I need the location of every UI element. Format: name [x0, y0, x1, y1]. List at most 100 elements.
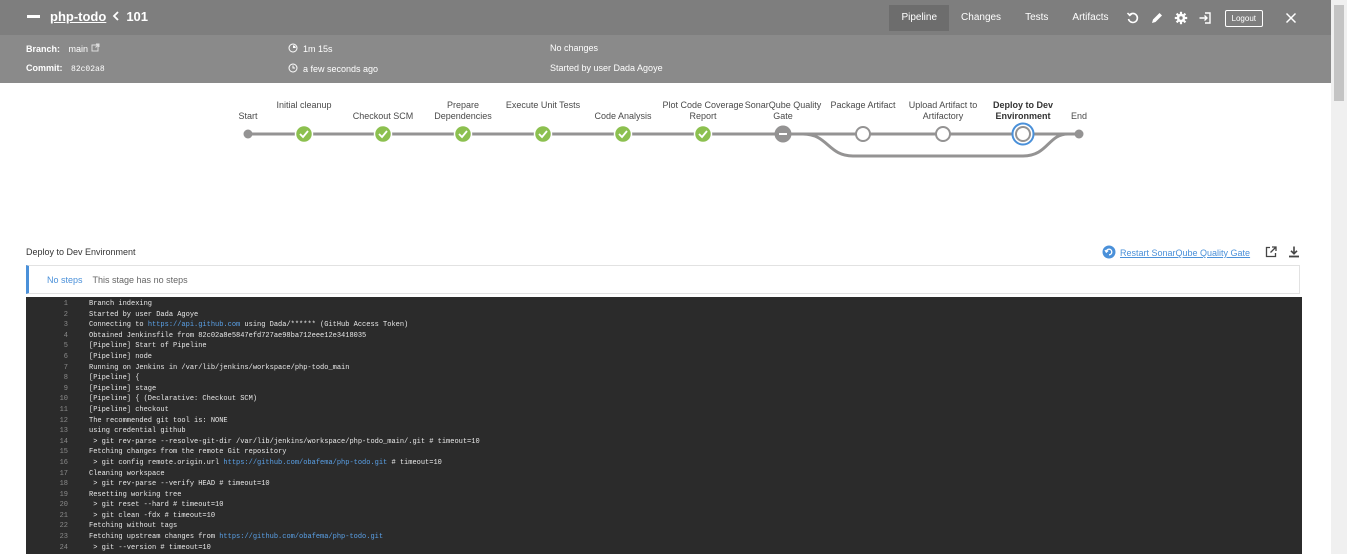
log-line-number[interactable]: 9 — [26, 384, 68, 395]
log-line-number[interactable]: 15 — [26, 447, 68, 458]
log-line-number[interactable]: 18 — [26, 479, 68, 490]
restart-stage-link[interactable]: Restart SonarQube Quality Gate — [1102, 245, 1250, 261]
stage-node-end[interactable] — [1074, 129, 1084, 139]
log-line: 14 > git rev-parse --resolve-git-dir /va… — [26, 437, 1302, 448]
tab-artifacts[interactable]: Artifacts — [1060, 5, 1120, 31]
log-line-number[interactable]: 17 — [26, 469, 68, 480]
project-link[interactable]: php-todo — [50, 9, 106, 24]
no-steps-label: No steps — [47, 274, 83, 285]
log-text: > git config remote.origin.url — [89, 458, 224, 467]
stage-node-checkout-scm[interactable] — [373, 124, 393, 144]
log-line-number[interactable]: 1 — [26, 299, 68, 310]
log-text: Fetching upstream changes from — [89, 533, 220, 542]
log-line-number[interactable]: 12 — [26, 416, 68, 427]
log-line-number[interactable]: 5 — [26, 341, 68, 352]
run-title: php-todo 101 — [27, 9, 148, 24]
log-line-number[interactable]: 6 — [26, 352, 68, 363]
stage-node-prepare-dependencies[interactable] — [453, 124, 473, 144]
tab-pipeline[interactable]: Pipeline — [889, 5, 950, 31]
commit-info: Commit: 82c02a8 — [26, 63, 105, 74]
log-text: # timeout=10 — [387, 458, 442, 467]
log-line: 10 [Pipeline] { (Declarative: Checkout SC… — [26, 394, 1302, 405]
log-line-text: [Pipeline] { — [89, 374, 140, 383]
stage-node-deploy-to-dev-environment[interactable] — [1011, 122, 1035, 146]
log-line-text: Fetching without tags — [89, 522, 178, 531]
log-line: 24 > git --version # timeout=10 — [26, 543, 1302, 554]
log-line-number[interactable]: 3 — [26, 320, 68, 331]
log-line-text: Branch indexing — [89, 300, 153, 308]
close-icon[interactable] — [1279, 5, 1303, 31]
stage-node-sonarqube-quality-gate[interactable] — [774, 125, 792, 143]
log-line-number[interactable]: 11 — [26, 405, 68, 416]
stage-node-upload-artifact-to-artifactory[interactable] — [935, 126, 951, 142]
log-line-number[interactable]: 20 — [26, 500, 68, 511]
log-line: 8 [Pipeline] { — [26, 373, 1302, 384]
stage-node-start[interactable] — [243, 129, 253, 139]
minus-icon — [27, 15, 40, 18]
log-line-number[interactable]: 21 — [26, 511, 68, 522]
header-nav: Pipeline Changes Tests Artifacts Logout — [889, 5, 1303, 31]
edit-icon[interactable] — [1145, 5, 1169, 31]
log-line-text: [Pipeline] checkout — [89, 405, 169, 414]
log-line: 5 [Pipeline] Start of Pipeline — [26, 341, 1302, 352]
log-line-number[interactable]: 23 — [26, 532, 68, 543]
log-line-text: Started by user Dada Agoye — [89, 310, 199, 319]
time-info: a few seconds ago — [288, 63, 378, 75]
scrollbar-thumb[interactable] — [1334, 5, 1344, 101]
open-external-icon[interactable] — [1264, 245, 1278, 264]
log-line-number[interactable]: 2 — [26, 310, 68, 321]
log-link[interactable]: https://api.github.com — [148, 321, 240, 329]
log-line-text: Fetching upstream changes from https://g… — [89, 532, 383, 543]
log-link[interactable]: https://github.com/obafema/php-todo.git — [219, 533, 383, 541]
log-line-number[interactable]: 8 — [26, 373, 68, 384]
tab-tests[interactable]: Tests — [1013, 5, 1060, 31]
stage-node-initial-cleanup[interactable] — [294, 124, 314, 144]
console-log[interactable]: 1 Branch indexing 2 Started by user Dada Ag… — [26, 297, 1302, 554]
external-link-icon[interactable] — [91, 43, 100, 54]
log-line: 9 [Pipeline] stage — [26, 384, 1302, 395]
log-line-text: Cleaning workspace — [89, 469, 165, 478]
log-line-text: [Pipeline] Start of Pipeline — [89, 342, 207, 351]
exit-icon[interactable] — [1193, 5, 1217, 31]
log-line-number[interactable]: 4 — [26, 331, 68, 342]
stopwatch-icon — [288, 43, 298, 55]
log-line-text: Fetching changes from the remote Git rep… — [89, 448, 287, 457]
tab-changes[interactable]: Changes — [949, 5, 1013, 31]
restart-stage-label[interactable]: Restart SonarQube Quality Gate — [1120, 248, 1250, 258]
duration-value: 1m 15s — [303, 44, 333, 54]
stage-node-package-artifact[interactable] — [855, 126, 871, 142]
stage-node-code-analysis[interactable] — [613, 124, 633, 144]
stage-node-execute-unit-tests[interactable] — [533, 124, 553, 144]
log-line-number[interactable]: 7 — [26, 363, 68, 374]
log-link[interactable]: https://github.com/obafema/php-todo.git — [223, 459, 387, 467]
log-line-text: > git rev-parse --resolve-git-dir /var/l… — [89, 437, 480, 446]
log-line: 11 [Pipeline] checkout — [26, 405, 1302, 416]
log-line-text: Resetting working tree — [89, 490, 182, 499]
log-line-number[interactable]: 14 — [26, 437, 68, 448]
log-text: using Dada/****** (GitHub Access Token) — [240, 321, 409, 330]
log-line-text: > git clean -fdx # timeout=10 — [89, 511, 216, 520]
gear-icon[interactable] — [1169, 5, 1193, 31]
page-scrollbar[interactable] — [1331, 0, 1347, 554]
log-line-text: [Pipeline] node — [89, 352, 153, 361]
log-line: 6 [Pipeline] node — [26, 352, 1302, 363]
log-line-number[interactable]: 22 — [26, 521, 68, 532]
log-line-number[interactable]: 24 — [26, 543, 68, 554]
logout-button[interactable]: Logout — [1224, 9, 1263, 27]
started-by-text: Started by user Dada Agoye — [550, 63, 663, 73]
no-steps-row: No steps This stage has no steps — [26, 265, 1300, 294]
log-line-text: Running on Jenkins in /var/lib/jenkins/w… — [89, 363, 350, 372]
log-line-number[interactable]: 19 — [26, 490, 68, 501]
log-line-text: > git --version # timeout=10 — [89, 543, 211, 552]
restart-icon[interactable] — [1102, 245, 1116, 261]
log-line-number[interactable]: 13 — [26, 426, 68, 437]
log-line-number[interactable]: 16 — [26, 458, 68, 469]
log-line: 4 Obtained Jenkinsfile from 82c02a8e5847e… — [26, 331, 1302, 342]
log-line: 19 Resetting working tree — [26, 490, 1302, 501]
download-icon[interactable] — [1287, 245, 1301, 264]
log-line: 13 using credential github — [26, 426, 1302, 437]
branch-value[interactable]: main — [69, 44, 89, 54]
stage-node-plot-code-coverage-report[interactable] — [693, 124, 713, 144]
replay-icon[interactable] — [1121, 5, 1145, 31]
log-line-number[interactable]: 10 — [26, 394, 68, 405]
